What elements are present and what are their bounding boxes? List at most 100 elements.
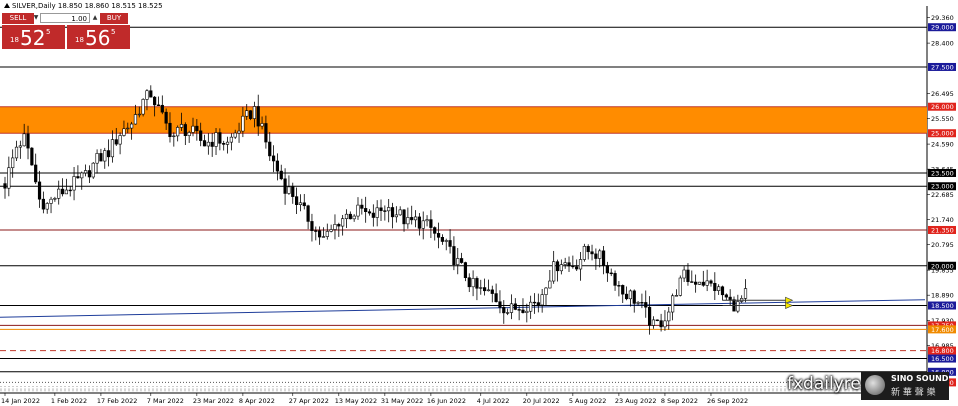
candle-body-29	[114, 139, 118, 145]
candle-body-41	[160, 104, 164, 113]
increase-volume-icon[interactable]: ▲	[91, 13, 99, 23]
candle-body-105	[406, 217, 410, 225]
x-tick-label-2: 17 Feb 2022	[97, 397, 137, 405]
candle-body-118	[456, 258, 460, 265]
candle-body-85	[329, 229, 333, 232]
level-tag-label-6: 21.350	[931, 226, 954, 234]
candle-body-26	[103, 150, 107, 162]
candle-body-193	[743, 288, 748, 299]
candle-body-175	[674, 295, 679, 297]
candle-body-50	[195, 125, 199, 132]
decrease-volume-icon[interactable]: ▼	[32, 13, 40, 23]
candle-body-67	[260, 123, 264, 127]
candle-body-121	[467, 277, 471, 288]
candle-body-157	[605, 265, 609, 274]
candle-body-7	[30, 147, 34, 166]
candle-body-66	[256, 106, 260, 127]
x-tick-label-12: 5 Aug 2022	[569, 397, 607, 405]
candle-body-146	[563, 262, 567, 265]
candle-body-130	[502, 307, 506, 314]
candle-body-177	[682, 269, 686, 279]
candle-body-166	[640, 302, 644, 304]
candle-body-28	[110, 139, 115, 158]
collapse-triangle-icon[interactable]	[4, 3, 10, 8]
candle-body-188	[724, 294, 728, 298]
candle-body-17	[68, 189, 72, 192]
candle-body-184	[709, 280, 713, 284]
y-tick-label-4: 24.590	[931, 141, 954, 149]
candle-body-115	[444, 240, 448, 242]
buy-price-button[interactable]: 18 56 5	[67, 25, 130, 50]
candle-23	[91, 162, 95, 179]
sell-label-button[interactable]: SELL	[2, 13, 34, 24]
price-chart: 29.36028.40026.49525.55024.59023.64522.6…	[0, 0, 958, 406]
y-tick-label-6: 22.685	[931, 191, 954, 199]
y-tick-label-7: 21.740	[931, 216, 954, 224]
candle-body-71	[275, 160, 280, 172]
candle-body-122	[471, 278, 475, 288]
candle-body-107	[413, 216, 418, 221]
candle-body-34	[133, 114, 138, 125]
candle-body-60	[233, 132, 237, 138]
candle-151	[582, 243, 586, 262]
candle-body-45	[176, 127, 180, 137]
candle-body-98	[379, 207, 383, 212]
candle-body-72	[279, 170, 283, 180]
candle-body-112	[433, 227, 437, 234]
level-tag-label-2: 26.000	[931, 103, 954, 111]
candle-body-186	[717, 286, 721, 291]
candle-body-125	[483, 287, 487, 292]
candle-body-129	[498, 301, 502, 308]
buy-label-button[interactable]: BUY	[100, 13, 128, 24]
candle-body-0	[3, 183, 7, 189]
level-tag-label-8: 18.500	[931, 302, 954, 310]
y-tick-label-8: 20.795	[931, 241, 954, 249]
logo-line1: SINO SOUND	[891, 374, 949, 383]
candle-body-51	[199, 130, 203, 141]
candle-body-99	[383, 210, 387, 212]
candle-body-114	[440, 237, 445, 242]
candle-body-183	[705, 280, 709, 286]
candle-body-133	[513, 303, 517, 310]
buy-price-sup: 5	[111, 28, 116, 36]
sell-price-sup: 5	[46, 28, 51, 36]
candle-body-75	[291, 186, 295, 197]
candle-body-13	[53, 197, 57, 200]
candle-body-169	[651, 319, 656, 326]
plot-background	[0, 0, 958, 406]
candle-body-89	[344, 213, 349, 219]
candle-body-185	[713, 282, 717, 291]
volume-input[interactable]: 1.00	[40, 13, 90, 23]
candle-body-36	[141, 99, 145, 115]
candle-170	[655, 319, 659, 322]
candle-body-148	[571, 265, 575, 268]
candle-body-120	[463, 262, 468, 279]
candle-body-16	[64, 189, 68, 195]
candle-body-97	[375, 207, 379, 218]
x-tick-label-9: 16 Jun 2022	[427, 397, 466, 405]
candle-body-38	[149, 90, 153, 98]
candle-body-93	[360, 204, 364, 209]
candle-body-164	[632, 290, 636, 304]
logo-line2: 新 華 聲 樂	[891, 388, 936, 398]
candle-body-189	[728, 296, 732, 300]
candle-body-144	[555, 261, 560, 272]
candle-body-124	[479, 287, 483, 289]
candle-body-30	[118, 135, 122, 145]
candle-body-33	[130, 123, 134, 129]
y-tick-label-2: 26.495	[931, 90, 954, 98]
candle-176	[678, 275, 682, 297]
candle-body-167	[644, 302, 648, 308]
x-tick-label-7: 13 May 2022	[335, 397, 377, 405]
sell-price-button[interactable]: 18 52 5	[2, 25, 65, 50]
x-tick-label-0: 14 Jan 2022	[1, 397, 40, 405]
x-tick-label-14: 8 Sep 2022	[661, 397, 698, 405]
candle-body-111	[429, 219, 433, 228]
candle-body-22	[87, 170, 92, 178]
candle-body-3	[14, 146, 19, 159]
candle-body-82	[318, 230, 322, 238]
level-tag-label-3: 25.000	[931, 130, 954, 138]
candle-body-53	[206, 141, 210, 147]
candle-body-162	[624, 293, 629, 300]
candle-body-5	[22, 133, 26, 147]
